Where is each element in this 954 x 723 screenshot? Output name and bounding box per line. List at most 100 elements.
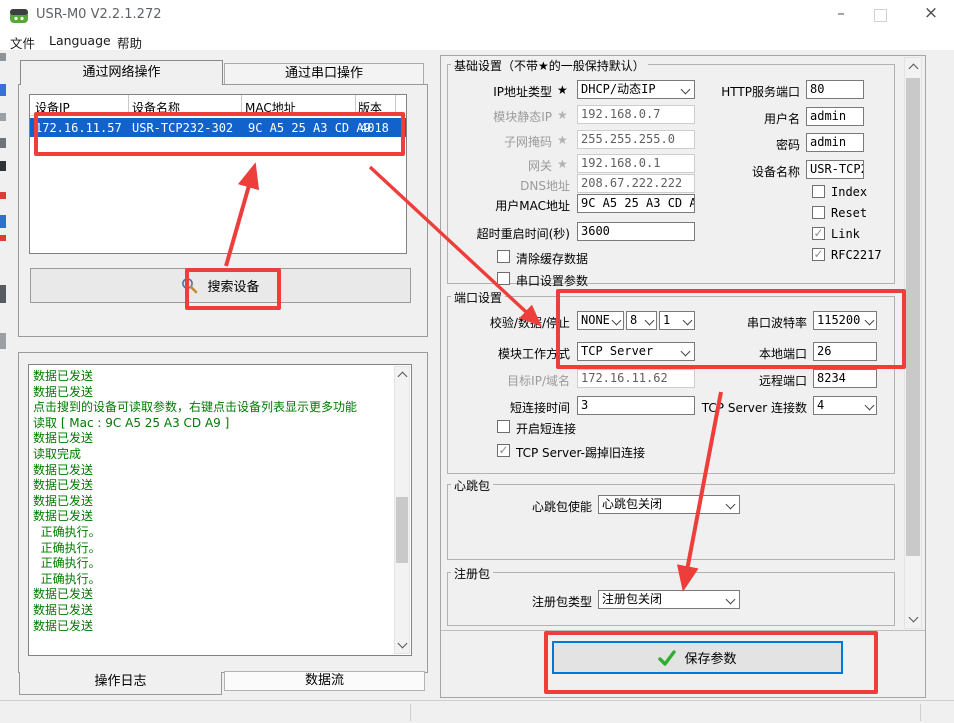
local-port-field[interactable]: 26 <box>813 342 877 361</box>
subnet-value: 255.255.255.0 <box>581 132 675 146</box>
baud-value: 115200 <box>817 313 860 327</box>
databits-value: 8 <box>630 313 637 327</box>
user-mac-label: 用户MAC地址 <box>440 197 570 214</box>
search-icon <box>181 277 198 294</box>
databits-select[interactable]: 8 <box>626 311 657 330</box>
reset-checkbox[interactable] <box>812 206 825 219</box>
dns-value: 208.67.222.222 <box>581 176 682 190</box>
heartbeat-enable-select[interactable]: 心跳包关闭 <box>598 495 740 514</box>
scroll-up-icon[interactable] <box>909 64 919 74</box>
subnet-field[interactable]: 255.255.255.0 <box>577 130 695 149</box>
maximize-button[interactable] <box>874 9 887 22</box>
device-col-version[interactable]: 版本 <box>358 99 382 116</box>
gateway-value: 192.168.0.1 <box>581 156 660 170</box>
status-bar <box>0 700 954 723</box>
index-checkbox[interactable] <box>812 185 825 198</box>
dns-field[interactable]: 208.67.222.222 <box>577 174 695 193</box>
conn-count-value: 4 <box>817 398 824 412</box>
tab-operation-log-label: 操作日志 <box>94 674 146 689</box>
search-device-label: 搜索设备 <box>207 276 259 295</box>
scroll-down-icon[interactable] <box>909 613 919 623</box>
target-ip-value: 172.16.11.62 <box>581 371 668 385</box>
menu-help[interactable]: 帮助 <box>117 33 142 52</box>
log-line: 正确执行。 <box>33 541 391 557</box>
device-col-mac[interactable]: MAC地址 <box>245 99 296 116</box>
device-col-name[interactable]: 设备名称 <box>132 99 180 116</box>
ip-type-label: IP地址类型 <box>440 83 552 100</box>
clear-cache-label: 清除缓存数据 <box>516 250 588 267</box>
scroll-down-icon[interactable] <box>398 639 408 649</box>
kick-old-checkbox[interactable]: ✓ <box>497 444 510 457</box>
timeout-field[interactable]: 3600 <box>577 222 695 241</box>
static-ip-star: ★ <box>557 108 571 122</box>
register-type-select[interactable]: 注册包关闭 <box>598 590 740 609</box>
username-field[interactable]: admin <box>806 107 864 126</box>
parity-value: NONE <box>581 313 610 327</box>
password-field[interactable]: admin <box>806 133 864 152</box>
conn-count-label: TCP Server 连接数 <box>672 399 807 416</box>
link-checkbox[interactable]: ✓ <box>812 227 825 240</box>
local-port-label: 本地端口 <box>707 345 807 362</box>
minimize-button[interactable]: – <box>826 4 856 26</box>
menu-language[interactable]: Language <box>49 33 111 48</box>
chevron-down-icon <box>726 595 736 605</box>
device-name-field[interactable]: USR-TCP23 <box>806 160 864 179</box>
remote-port-field[interactable]: 8234 <box>813 369 877 388</box>
baud-select[interactable]: 115200 <box>813 311 877 330</box>
log-line: 数据已发送 <box>33 463 391 479</box>
scroll-up-icon[interactable] <box>398 372 408 382</box>
close-button[interactable]: × <box>916 3 946 27</box>
log-line: 数据已发送 <box>33 494 391 510</box>
log-scrollbar-thumb[interactable] <box>396 497 408 563</box>
ip-type-select[interactable]: DHCP/动态IP <box>577 80 695 99</box>
rfc2217-checkbox[interactable]: ✓ <box>812 248 825 261</box>
gateway-field[interactable]: 192.168.0.1 <box>577 154 695 173</box>
column-separator <box>241 95 242 115</box>
target-ip-field[interactable]: 172.16.11.62 <box>577 369 695 388</box>
heartbeat-enable-value: 心跳包关闭 <box>602 497 662 511</box>
chevron-down-icon <box>645 316 655 326</box>
remote-port-label: 远程端口 <box>707 372 807 389</box>
device-row-selected[interactable]: 172.16.11.57 USR-TCP232-302 9C A5 25 A3 … <box>30 118 406 137</box>
work-mode-label: 模块工作方式 <box>440 345 570 362</box>
work-mode-select[interactable]: TCP Server <box>577 342 695 361</box>
log-line: 数据已发送 <box>33 369 391 385</box>
short-conn-checkbox[interactable] <box>497 420 510 433</box>
log-scrollbar[interactable] <box>394 366 410 654</box>
reset-label: Reset <box>831 206 867 220</box>
menu-file[interactable]: 文件 <box>10 33 35 52</box>
chevron-down-icon <box>865 316 875 326</box>
tab-operation-log[interactable]: 操作日志 <box>19 672 222 695</box>
settings-scrollbar[interactable] <box>904 57 922 629</box>
http-port-label: HTTP服务端口 <box>700 83 800 100</box>
user-mac-field[interactable]: 9C A5 25 A3 CD A9 <box>577 194 695 213</box>
chevron-down-icon <box>681 85 691 95</box>
clear-cache-checkbox[interactable] <box>497 250 510 263</box>
settings-scrollbar-thumb[interactable] <box>906 78 920 556</box>
device-col-ip[interactable]: 设备IP <box>35 99 70 116</box>
header-underline <box>30 115 406 116</box>
parity-select[interactable]: NONE <box>577 311 624 330</box>
column-separator <box>128 95 129 115</box>
tab-network-operate[interactable]: 通过网络操作 <box>20 60 223 85</box>
tab-serial-operate[interactable]: 通过串口操作 <box>224 63 424 85</box>
device-name-cell: USR-TCP232-302 <box>132 121 233 135</box>
http-port-field[interactable]: 80 <box>806 80 864 99</box>
static-ip-value: 192.168.0.7 <box>581 107 660 121</box>
register-title: 注册包 <box>451 565 493 582</box>
log-line: 正确执行。 <box>33 572 391 588</box>
tab-data-stream[interactable]: 数据流 <box>224 671 425 691</box>
save-params-button[interactable]: 保存参数 <box>552 641 843 674</box>
conn-count-select[interactable]: 4 <box>813 396 877 415</box>
serial-params-checkbox[interactable] <box>497 272 510 285</box>
static-ip-field[interactable]: 192.168.0.7 <box>577 105 695 124</box>
search-device-button[interactable]: 搜索设备 <box>30 268 411 303</box>
ip-type-value: DHCP/动态IP <box>581 82 656 96</box>
port-settings-title: 端口设置 <box>451 289 505 306</box>
stopbits-select[interactable]: 1 <box>659 311 695 330</box>
app-window: USR-M0 V2.2.1.272 – × 文件 Language 帮助 通过网… <box>0 0 954 723</box>
subnet-star: ★ <box>557 133 571 147</box>
log-line: 数据已发送 <box>33 478 391 494</box>
status-bar-divider <box>410 704 411 721</box>
short-time-label: 短连接时间 <box>440 399 570 416</box>
